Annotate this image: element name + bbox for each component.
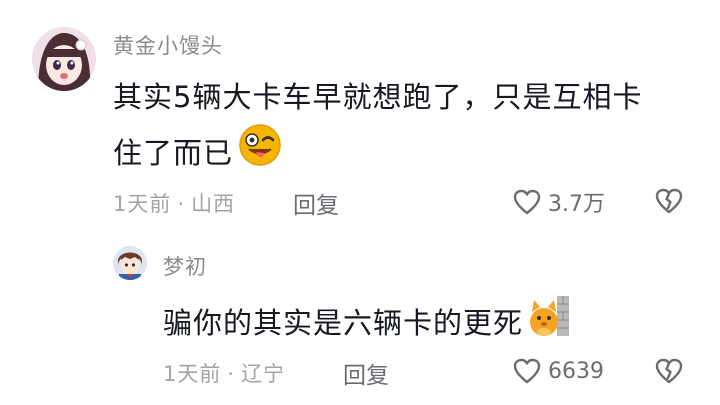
like-button[interactable]: 3.7万 (512, 186, 605, 218)
avatar-image (113, 246, 147, 280)
wink-tongue-emoji (237, 122, 283, 183)
avatar[interactable] (32, 27, 96, 91)
heart-outline-icon (513, 189, 541, 215)
comment-text-line: 住了而已 (113, 122, 693, 183)
comment-text: 其实5辆大卡车早就想跑了，只是互相卡 住了而已 (113, 72, 693, 183)
comment-username[interactable]: 黄金小馒头 (113, 30, 223, 60)
like-button[interactable]: 6639 (512, 356, 604, 386)
comment-location: 山西 (191, 192, 236, 216)
reply-button[interactable]: 回复 (293, 186, 339, 220)
broken-heart-icon (655, 358, 683, 384)
comment-text-span: 住了而已 (113, 135, 234, 170)
cat-wall-emoji (527, 292, 571, 353)
meta-separator: · (177, 192, 186, 216)
comment-location: 辽宁 (241, 362, 286, 386)
broken-heart-icon (655, 188, 683, 214)
like-count: 6639 (548, 358, 604, 384)
comment-text-line: 其实5辆大卡车早就想跑了，只是互相卡 (113, 80, 643, 114)
dislike-button[interactable] (654, 186, 684, 220)
avatar[interactable] (113, 246, 147, 280)
comment-meta: 1天前 · 辽宁 (163, 358, 285, 388)
meta-separator: · (227, 362, 236, 386)
comment-time: 1天前 (163, 362, 222, 386)
dislike-button[interactable] (654, 356, 684, 390)
avatar-image (32, 27, 96, 91)
comment-time: 1天前 (113, 192, 172, 216)
comment-text-span: 骗你的其实是六辆卡的更死 (163, 305, 524, 340)
comment-text: 骗你的其实是六辆卡的更死 (163, 292, 571, 353)
comment-meta: 1天前 · 山西 (113, 188, 235, 218)
comment-username[interactable]: 梦初 (163, 251, 207, 281)
like-count: 3.7万 (548, 192, 605, 217)
heart-outline-icon (513, 358, 541, 384)
reply-button[interactable]: 回复 (343, 356, 389, 390)
